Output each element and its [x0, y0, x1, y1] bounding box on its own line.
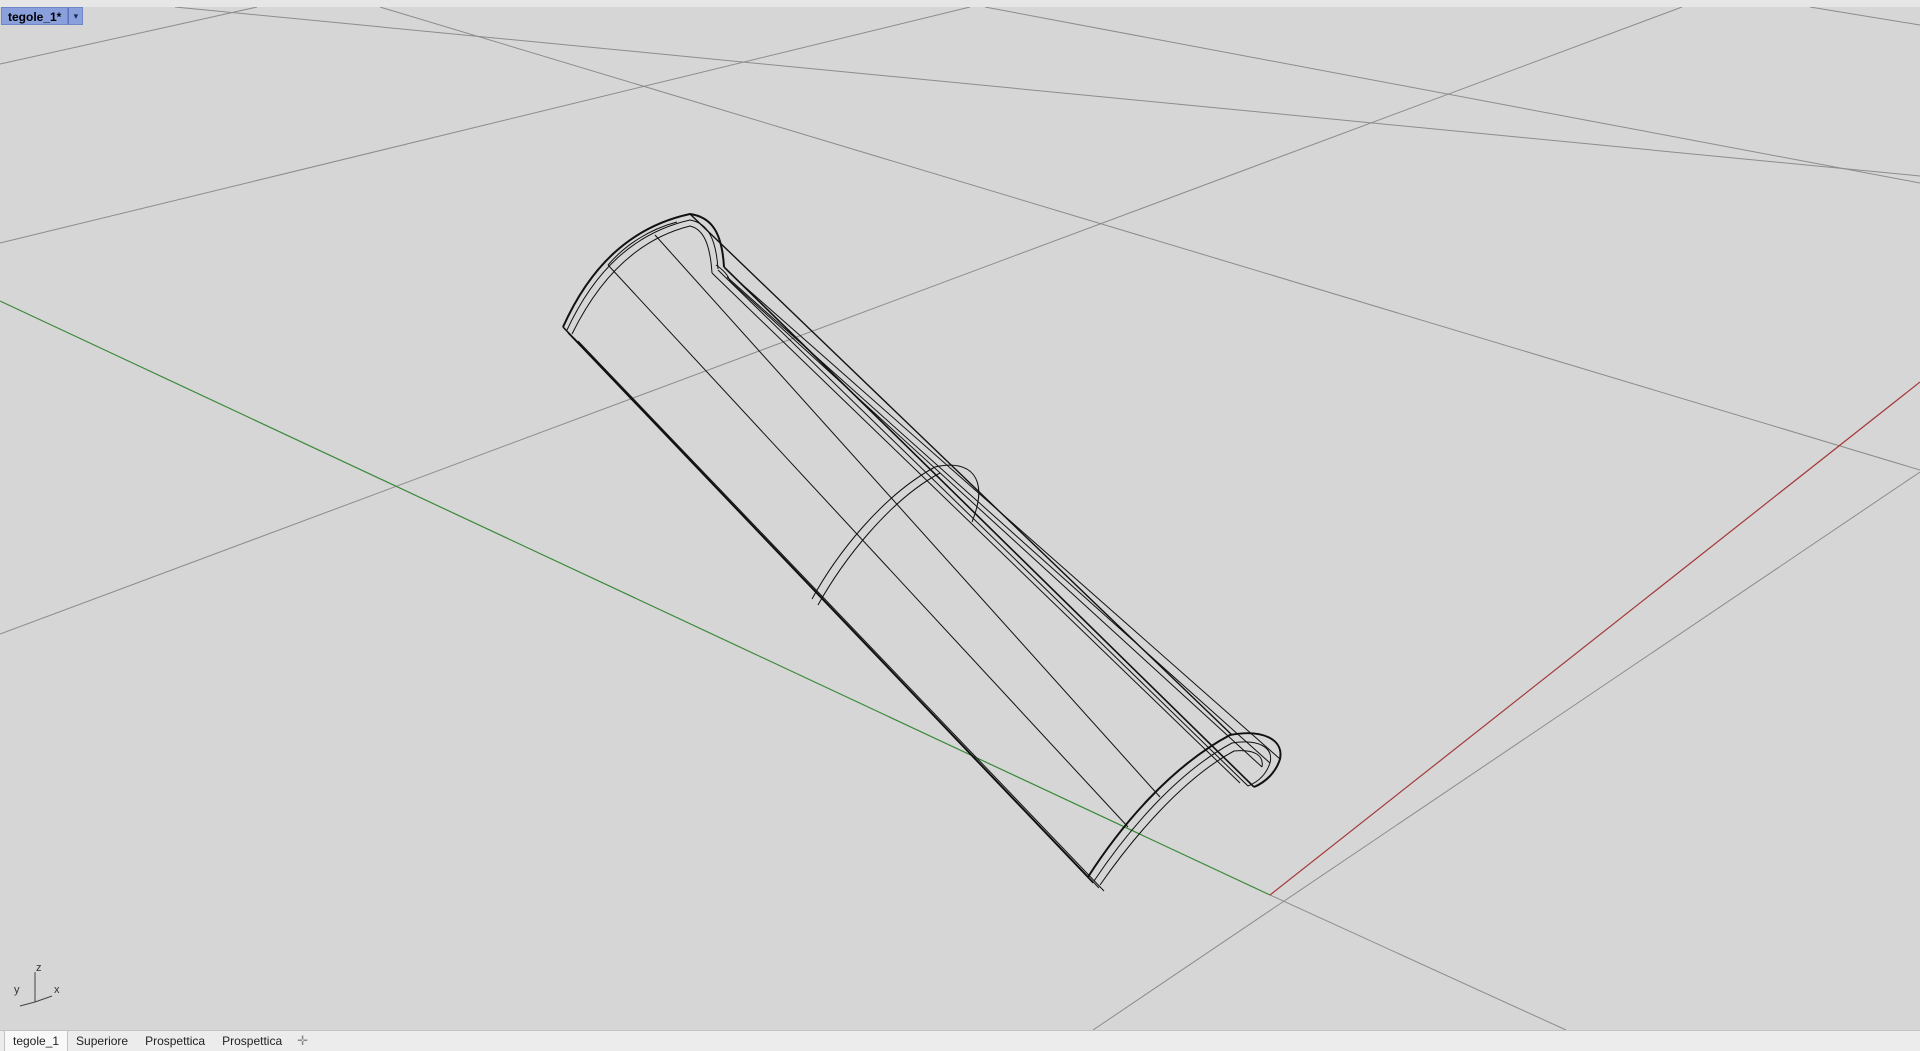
- rhino-app: tegole_1* ▾ z y x tegole_1 Superiore Pro…: [0, 0, 1920, 1051]
- axis-y-label: y: [14, 984, 20, 996]
- add-viewport-icon[interactable]: ✛: [291, 1031, 314, 1051]
- chevron-down-icon[interactable]: ▾: [68, 7, 84, 25]
- y-axis-line: [0, 300, 1271, 896]
- tile-wireframe[interactable]: [562, 212, 1282, 892]
- tab-superiore[interactable]: Superiore: [68, 1031, 137, 1051]
- viewport-title-bar[interactable]: tegole_1* ▾: [1, 7, 84, 25]
- tab-tegole-1[interactable]: tegole_1: [4, 1031, 69, 1051]
- x-axis-line: [1269, 381, 1920, 896]
- viewport-tab-bar: tegole_1 Superiore Prospettica Prospetti…: [0, 1030, 1920, 1051]
- axis-z-label: z: [36, 962, 42, 974]
- perspective-viewport[interactable]: tegole_1* ▾ z y x: [0, 7, 1920, 1030]
- viewport-title[interactable]: tegole_1*: [1, 7, 69, 25]
- tab-prospettica[interactable]: Prospettica: [137, 1031, 214, 1051]
- axis-gizmo: z y x: [10, 962, 70, 1009]
- viewport-canvas[interactable]: [0, 7, 1920, 1030]
- construction-grid: [0, 7, 1920, 1030]
- tab-prospettica-2[interactable]: Prospettica: [214, 1031, 291, 1051]
- axis-x-label: x: [54, 984, 60, 996]
